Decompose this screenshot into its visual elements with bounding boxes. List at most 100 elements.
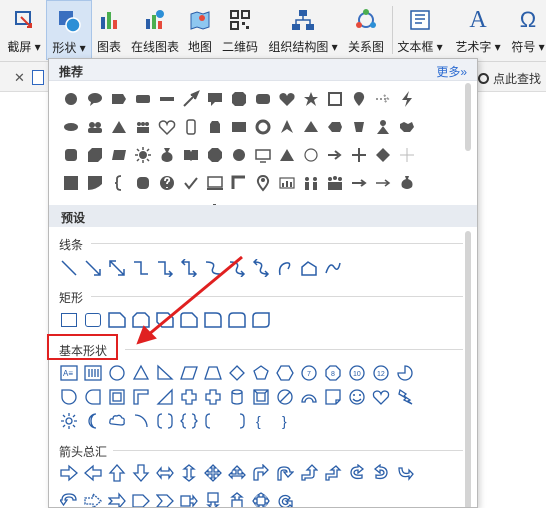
basic-shape[interactable] <box>105 361 129 385</box>
basic-shape[interactable] <box>201 361 225 385</box>
recommended-shape[interactable] <box>323 169 347 197</box>
basic-shape[interactable] <box>81 361 105 385</box>
recommended-shape[interactable] <box>155 85 179 113</box>
recommended-shape[interactable] <box>131 113 155 141</box>
basic-shape[interactable] <box>201 385 225 409</box>
basic-shape[interactable]: 10 <box>345 361 369 385</box>
recommended-shape[interactable] <box>227 141 251 169</box>
block-arrow-shape[interactable] <box>249 459 273 487</box>
rounded-rectangle-shape[interactable] <box>81 306 105 334</box>
recommended-shape[interactable] <box>131 85 155 113</box>
basic-shape[interactable] <box>345 385 369 409</box>
recommended-shape[interactable] <box>347 169 371 197</box>
round-diagonal-rectangle-shape[interactable] <box>249 306 273 334</box>
recommended-shape[interactable] <box>131 169 155 197</box>
basic-shape[interactable] <box>105 385 129 409</box>
online-chart-button[interactable]: 在线图表 <box>128 0 182 60</box>
freeform-shape[interactable] <box>297 254 321 282</box>
basic-shape[interactable] <box>177 409 201 433</box>
basic-shape[interactable] <box>153 385 177 409</box>
block-arrow-shape[interactable] <box>57 459 81 487</box>
recommended-shape[interactable] <box>107 141 131 169</box>
block-arrow-shape[interactable] <box>225 487 249 507</box>
recommended-shape[interactable] <box>323 85 347 113</box>
recommended-shape[interactable] <box>299 141 323 169</box>
block-arrow-shape[interactable] <box>129 487 153 507</box>
basic-shape[interactable] <box>81 385 105 409</box>
wordart-button[interactable]: A 艺术字 ▾ <box>452 0 504 60</box>
rectangle-shape[interactable] <box>57 306 81 334</box>
block-arrow-shape[interactable] <box>153 459 177 487</box>
block-arrow-shape[interactable] <box>177 459 201 487</box>
recommended-shape[interactable] <box>179 169 203 197</box>
basic-shape[interactable] <box>321 385 345 409</box>
basic-shape[interactable] <box>393 385 417 409</box>
basic-shape[interactable] <box>201 409 225 433</box>
basic-shape[interactable] <box>297 385 321 409</box>
basic-shape[interactable] <box>225 409 249 433</box>
shapes-button[interactable]: 形状 ▾ <box>46 0 92 60</box>
block-arrow-shape[interactable] <box>81 459 105 487</box>
block-arrow-shape[interactable] <box>153 487 177 507</box>
snip-corner-rectangle-shape[interactable] <box>105 306 129 334</box>
search-button[interactable]: 点此查找 <box>478 70 541 87</box>
recommended-shape[interactable] <box>83 113 107 141</box>
basic-shape[interactable]: 7 <box>297 361 321 385</box>
org-chart-button[interactable]: 组织结构图 ▾ <box>266 0 340 60</box>
block-arrow-shape[interactable] <box>369 459 393 487</box>
recommended-shape[interactable] <box>83 85 107 113</box>
recommended-scrollbar[interactable] <box>465 83 471 151</box>
block-arrow-shape[interactable] <box>105 459 129 487</box>
block-arrow-shape[interactable] <box>273 487 297 507</box>
basic-shape[interactable] <box>249 361 273 385</box>
line-shape[interactable] <box>57 254 81 282</box>
block-arrow-shape[interactable] <box>225 459 249 487</box>
recommended-shape[interactable] <box>395 85 419 113</box>
block-arrow-shape[interactable] <box>273 459 297 487</box>
recommended-shape[interactable] <box>395 113 419 141</box>
recommended-shape[interactable] <box>107 113 131 141</box>
textbox-button[interactable]: 文本框 ▾ <box>396 0 444 60</box>
curved-arrow-connector-shape[interactable] <box>225 254 249 282</box>
recommended-shape[interactable] <box>179 85 203 113</box>
recommended-shape[interactable] <box>371 113 395 141</box>
basic-shape[interactable] <box>249 385 273 409</box>
recommended-shape[interactable] <box>323 113 347 141</box>
block-arrow-shape[interactable] <box>321 459 345 487</box>
block-arrow-shape[interactable] <box>249 487 273 507</box>
recommended-shape[interactable] <box>59 169 83 197</box>
basic-shape[interactable] <box>153 361 177 385</box>
curved-connector-shape[interactable] <box>201 254 225 282</box>
curved-double-arrow-shape[interactable] <box>249 254 273 282</box>
block-arrow-shape[interactable] <box>201 459 225 487</box>
recommended-shape[interactable] <box>155 113 179 141</box>
recommended-shape[interactable] <box>59 85 83 113</box>
recommended-shape[interactable] <box>227 169 251 197</box>
recommended-shape[interactable] <box>83 169 107 197</box>
basic-shape[interactable] <box>393 361 417 385</box>
preset-scrollbar[interactable] <box>465 231 471 507</box>
basic-shape[interactable] <box>105 409 129 433</box>
basic-shape[interactable] <box>129 409 153 433</box>
basic-shape[interactable] <box>273 361 297 385</box>
recommended-shape[interactable] <box>371 141 395 169</box>
recommended-shape[interactable] <box>347 141 371 169</box>
recommended-shape[interactable] <box>155 141 179 169</box>
screenshot-button[interactable]: 截屏 ▾ <box>4 0 44 60</box>
recommended-shape[interactable] <box>395 169 419 197</box>
block-arrow-shape[interactable] <box>345 459 369 487</box>
document-icon[interactable] <box>32 70 44 85</box>
recommended-shape[interactable] <box>275 141 299 169</box>
recommended-shape[interactable] <box>203 113 227 141</box>
recommended-shape[interactable] <box>395 141 419 169</box>
snip-same-side-rectangle-shape[interactable] <box>129 306 153 334</box>
basic-shape[interactable]: } <box>273 409 297 433</box>
elbow-connector-shape[interactable] <box>129 254 153 282</box>
scribble-shape[interactable] <box>321 254 345 282</box>
recommended-shape[interactable] <box>275 113 299 141</box>
recommended-shape[interactable] <box>251 85 275 113</box>
recommended-shape[interactable] <box>275 169 299 197</box>
recommended-shape[interactable] <box>371 169 395 197</box>
basic-shape[interactable] <box>153 409 177 433</box>
recommended-shape[interactable] <box>347 85 371 113</box>
